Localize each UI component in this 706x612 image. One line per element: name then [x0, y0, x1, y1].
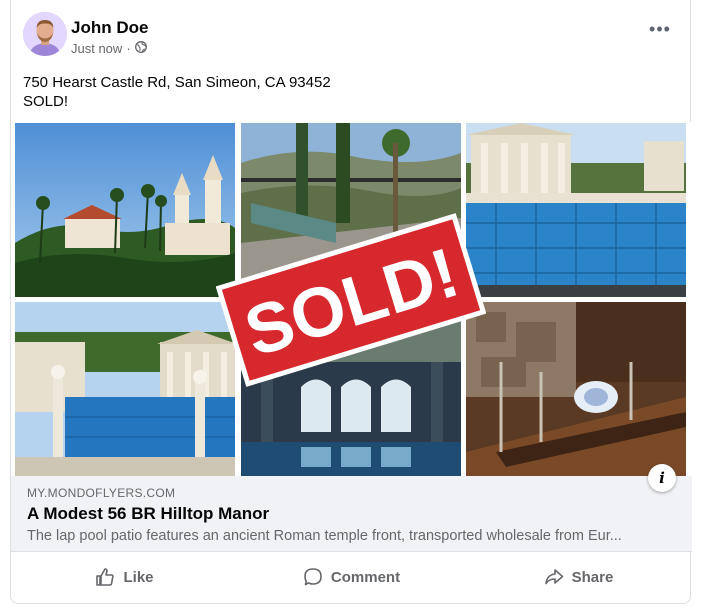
thumbs-up-icon — [95, 567, 115, 587]
sold-banner: SOLD! — [216, 210, 486, 390]
post-status-text: SOLD! — [23, 93, 69, 110]
like-button[interactable]: Like — [11, 552, 238, 602]
author-name[interactable]: John Doe — [71, 18, 148, 38]
comment-label: Comment — [330, 568, 401, 586]
action-bar: Like Comment Share — [11, 552, 692, 602]
comment-icon — [303, 567, 323, 587]
neptune-pool-photo[interactable] — [466, 123, 686, 297]
dining-hall-photo[interactable] — [466, 302, 686, 476]
photo-collage[interactable]: SOLD! — [11, 122, 692, 476]
info-icon[interactable]: i — [648, 464, 676, 492]
link-title[interactable]: A Modest 56 BR Hilltop Manor — [27, 504, 269, 524]
pool-colonnade-photo[interactable] — [15, 302, 235, 476]
share-button[interactable]: Share — [465, 552, 692, 602]
link-domain: MY.MONDOFLYERS.COM — [27, 486, 176, 500]
link-description: The lap pool patio features an ancient R… — [27, 528, 622, 544]
link-preview[interactable]: i MY.MONDOFLYERS.COM A Modest 56 BR Hill… — [11, 464, 692, 552]
post-header: John Doe Just now · ••• — [11, 0, 690, 68]
comment-button[interactable]: Comment — [238, 552, 465, 602]
avatar[interactable] — [23, 12, 67, 56]
post-address: 750 Hearst Castle Rd, San Simeon, CA 934… — [23, 74, 331, 91]
post-text: 750 Hearst Castle Rd, San Simeon, CA 934… — [23, 73, 331, 111]
post-card: John Doe Just now · ••• 750 Hearst Castl… — [10, 0, 692, 604]
post-meta: Just now · — [71, 41, 147, 56]
meta-separator: · — [126, 41, 131, 56]
more-options-button[interactable]: ••• — [648, 20, 672, 44]
share-label: Share — [571, 568, 614, 586]
castle-exterior-photo[interactable] — [15, 123, 235, 297]
share-icon — [544, 567, 564, 587]
like-label: Like — [123, 568, 154, 586]
post-time[interactable]: Just now — [71, 41, 122, 56]
globe-icon[interactable] — [134, 41, 147, 56]
